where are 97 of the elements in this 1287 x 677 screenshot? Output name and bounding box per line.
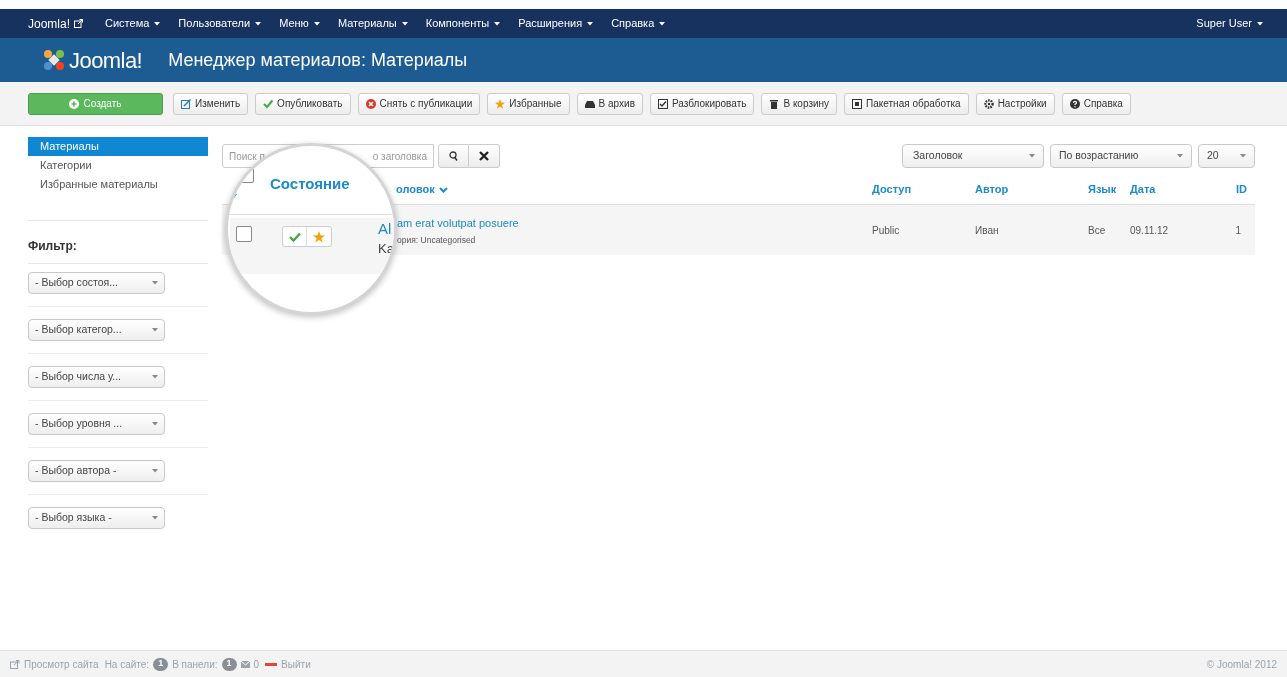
table-cell-text: 1 (1234, 223, 1242, 238)
star-icon (495, 98, 506, 109)
caret-icon (1177, 154, 1183, 158)
plus-icon (69, 98, 80, 109)
close-icon (479, 151, 489, 161)
toolbar-button[interactable]: Избранные (487, 92, 570, 115)
sort-select[interactable]: Заголовок (902, 144, 1044, 168)
square-icon (852, 98, 863, 109)
trash-icon (769, 98, 780, 109)
toolbar-button[interactable]: Справка (1061, 92, 1131, 115)
sort-select[interactable]: По возрастанию (1050, 144, 1192, 168)
caret-icon (152, 422, 158, 426)
table-cell-text: Public (872, 223, 901, 238)
menu-item[interactable]: Система (105, 15, 161, 32)
minus-icon (265, 662, 278, 666)
search-button[interactable] (438, 144, 469, 168)
user-menu[interactable]: Super User (1196, 15, 1263, 32)
caret-icon (152, 281, 158, 285)
chevron-down-icon (438, 186, 448, 193)
article-title-link[interactable]: Al (378, 218, 392, 241)
filter-select[interactable]: - Выбор категор... (28, 319, 165, 341)
caret-icon (1240, 154, 1246, 158)
column-header[interactable]: ID (1210, 181, 1255, 198)
caret-icon (255, 21, 262, 26)
filter-heading: Фильтр: (28, 238, 78, 255)
table-cell-text: Иван (975, 223, 1000, 238)
toolbar-button[interactable]: В архив (576, 92, 643, 115)
help-icon (1069, 98, 1080, 109)
menu-item[interactable]: Пользователи (178, 15, 262, 32)
caret-icon (152, 375, 158, 379)
filter-select[interactable]: - Выбор автора - (28, 460, 165, 482)
category-text: ория: Uncategorised (397, 234, 477, 248)
caret-icon (152, 516, 158, 520)
archive-icon (584, 98, 595, 109)
table-cell-text: 09.11.12 (1130, 223, 1170, 238)
caret-icon (401, 21, 408, 26)
external-link-icon (74, 19, 84, 28)
column-header[interactable]: Состояние (270, 173, 350, 196)
caret-icon (152, 469, 158, 473)
toolbar-button[interactable]: Настройки (975, 92, 1055, 115)
toolbar-button[interactable]: Снять с публикации (357, 92, 481, 115)
menu-item[interactable]: Материалы (337, 15, 408, 32)
edit-icon (181, 98, 191, 109)
search-icon (449, 151, 458, 161)
count-badge: 1 (221, 657, 237, 671)
filter-select[interactable]: - Выбор состоя... (28, 272, 165, 294)
column-header[interactable]: Автор (975, 181, 1088, 198)
caret-icon (154, 21, 161, 26)
column-header[interactable]: Доступ (872, 181, 975, 198)
clear-button[interactable] (469, 144, 500, 168)
sidebar-item[interactable]: Избранные материалы (28, 175, 208, 194)
logo-icon (42, 48, 66, 72)
status-text: На сайте: (104, 657, 150, 672)
page-title: Менеджер материалов: Материалы (168, 48, 468, 72)
article-title-link[interactable]: am erat volutpat posuere (397, 214, 872, 232)
check-icon (288, 231, 301, 242)
toolbar-button[interactable]: В корзину (761, 92, 838, 115)
copyright-text: © Joomla! 2012 (1206, 657, 1277, 672)
cross-circle-icon (365, 98, 376, 109)
column-header[interactable]: оловок (396, 181, 448, 198)
sidebar-item[interactable]: Материалы (28, 137, 208, 156)
checkbox[interactable] (240, 167, 254, 183)
table-cell-text: Все (1088, 223, 1107, 238)
toolbar-button[interactable]: Пакетная обработка (844, 92, 969, 115)
checkbox-icon (657, 98, 668, 109)
status-text: В панели: (172, 657, 218, 672)
gear-icon (983, 98, 994, 109)
filter-select[interactable]: - Выбор числа у... (28, 366, 165, 388)
menu-item[interactable]: Меню (279, 15, 320, 32)
caret-icon (313, 21, 320, 26)
menu-item[interactable]: Расширения (518, 15, 594, 32)
envelope-icon (240, 660, 250, 668)
menu-item[interactable]: Компоненты (425, 15, 501, 32)
caret-icon (1257, 21, 1263, 26)
sidebar-item[interactable]: Категории (28, 156, 208, 175)
check-icon (263, 98, 274, 109)
message-count: 0 (253, 657, 260, 672)
menu-item[interactable]: Справка (611, 15, 666, 32)
external-link-icon (10, 659, 20, 669)
column-header[interactable]: Язык (1088, 181, 1130, 198)
checkbox[interactable] (236, 226, 252, 242)
caret-icon (152, 328, 158, 332)
caret-icon (587, 21, 594, 26)
count-badge: 1 (153, 657, 169, 671)
caret-icon (494, 21, 501, 26)
toolbar-button[interactable]: Изменить (173, 92, 249, 115)
star-icon (313, 230, 325, 243)
filter-select[interactable]: - Выбор уровня ... (28, 413, 165, 435)
caret-icon (659, 21, 666, 26)
toolbar-button[interactable]: Разблокировать (649, 92, 755, 115)
caret-icon (1029, 154, 1035, 158)
filter-select[interactable]: - Выбор языка - (28, 507, 165, 529)
toolbar-button[interactable]: Опубликовать (255, 92, 351, 115)
sort-select[interactable]: 20 (1198, 144, 1255, 168)
logo-text: Joomla! (69, 46, 143, 75)
brand-link[interactable]: Joomla! (28, 14, 84, 33)
column-header[interactable]: Дата (1130, 181, 1210, 198)
